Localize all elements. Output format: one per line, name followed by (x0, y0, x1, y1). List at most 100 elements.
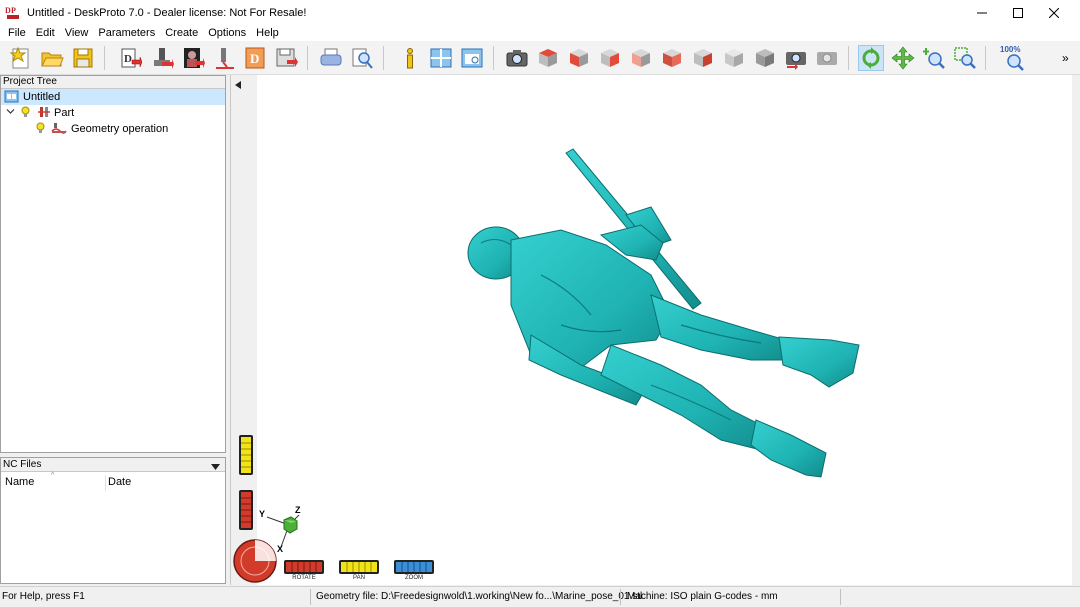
project-icon (4, 90, 20, 104)
cube-iso-icon (725, 49, 743, 67)
view-iso-button[interactable] (721, 45, 747, 71)
camera-gray-icon (817, 52, 837, 65)
save-nc-button[interactable] (273, 45, 299, 71)
image-portrait-icon (184, 48, 205, 68)
cube-gray-icon (756, 49, 774, 67)
operation-icon (51, 122, 67, 137)
print-button[interactable] (318, 45, 344, 71)
pan-arrows-icon (891, 46, 915, 70)
chevron-down-icon[interactable] (6, 107, 16, 119)
view-right-button[interactable] (597, 45, 623, 71)
toolbar-separator (383, 46, 384, 70)
menu-file[interactable]: File (3, 25, 31, 41)
layout-button[interactable] (428, 45, 454, 71)
part-icon (37, 105, 51, 122)
camera-restore-button[interactable] (783, 45, 809, 71)
column-header-name[interactable]: Name (5, 476, 34, 488)
status-machine: Machine: ISO plain G-codes - mm (627, 591, 778, 602)
toolbar-overflow-chevron[interactable]: » (1062, 51, 1069, 65)
lightbulb-icon[interactable] (21, 106, 31, 121)
cube-front-icon (570, 49, 588, 67)
menu-help[interactable]: Help (251, 25, 284, 41)
nc-files-title: NC Files (3, 459, 42, 470)
zoom-mode-button[interactable] (921, 45, 947, 71)
menu-parameters[interactable]: Parameters (93, 25, 160, 41)
part-figure-icon (154, 48, 174, 69)
bitmap-operation-button[interactable] (180, 45, 206, 71)
cutter-tool-icon (216, 48, 234, 69)
create-nc-button[interactable]: D (242, 45, 268, 71)
toolbar-separator (307, 46, 308, 70)
print-preview-button[interactable] (349, 45, 375, 71)
toolbar-separator (848, 46, 849, 70)
zoom-window-button[interactable] (952, 45, 978, 71)
screenshot-button[interactable] (504, 45, 530, 71)
main-toolbar: D D 100% » (0, 41, 1080, 75)
status-help-text: For Help, press F1 (2, 591, 85, 602)
view-iso2-button[interactable] (752, 45, 778, 71)
folder-open-icon (41, 52, 64, 67)
toolbar-separator (104, 46, 105, 70)
status-divider (840, 589, 841, 605)
window-view-icon (461, 48, 483, 68)
tree-item-project[interactable]: Untitled (1, 89, 225, 105)
open-project-button[interactable] (39, 45, 65, 71)
menu-create[interactable]: Create (160, 25, 203, 41)
view-window-button[interactable] (459, 45, 485, 71)
zoom-in-icon (923, 48, 945, 69)
window-title: Untitled - DeskProto 7.0 - Dealer licens… (27, 6, 307, 19)
info-button[interactable] (397, 45, 423, 71)
rotate-arrows-icon (862, 47, 880, 69)
menu-edit[interactable]: Edit (31, 25, 60, 41)
3d-viewport[interactable]: Y Z X ROTATE PAN ZOOM (230, 75, 1072, 585)
nc-files-header: NC Files (1, 458, 225, 472)
cube-right-icon (601, 49, 619, 67)
magnifier-page-icon (352, 48, 373, 69)
tree-item-part[interactable]: Part (1, 105, 74, 121)
menu-options[interactable]: Options (203, 25, 251, 41)
tree-item-operation[interactable]: Geometry operation (1, 121, 168, 137)
tree-label-project: Untitled (23, 91, 61, 103)
deskproto-window: D P Untitled - DeskProto 7.0 - Dealer li… (0, 0, 1080, 607)
svg-text:D: D (250, 51, 259, 66)
operation-parameters-button[interactable] (211, 45, 237, 71)
dropdown-arrow-icon[interactable] (211, 461, 220, 474)
deskproto-logo-icon[interactable]: D P (5, 5, 21, 21)
maximize-button[interactable] (1000, 0, 1036, 25)
save-project-button[interactable] (70, 45, 96, 71)
view-left-button[interactable] (659, 45, 685, 71)
zoom-level-label: 100% (1000, 45, 1021, 54)
save-disk-icon (73, 48, 93, 68)
minimize-icon (977, 12, 987, 13)
camera-disabled-button[interactable] (814, 45, 840, 71)
load-geometry-button[interactable]: D (117, 45, 143, 71)
column-divider[interactable] (105, 475, 106, 491)
view-top-button[interactable] (535, 45, 561, 71)
info-icon (407, 48, 413, 69)
zoom-fit-button[interactable]: 100% (998, 45, 1028, 71)
menu-view[interactable]: View (60, 25, 94, 41)
view-back-button[interactable] (628, 45, 654, 71)
part-parameters-button[interactable] (149, 45, 175, 71)
printer-icon (320, 48, 342, 66)
nc-program-icon: D (245, 47, 265, 69)
camera-arrow-icon (786, 52, 806, 70)
view-front-button[interactable] (566, 45, 592, 71)
pan-mode-button[interactable] (890, 45, 916, 71)
project-tree-header: Project Tree (1, 76, 225, 89)
cube-top-icon (539, 49, 557, 67)
svg-text:P: P (11, 6, 16, 15)
soldier-model[interactable] (231, 75, 1073, 585)
view-bottom-button[interactable] (690, 45, 716, 71)
menu-bar: File Edit View Parameters Create Options… (0, 25, 1080, 41)
minimize-button[interactable] (964, 0, 1000, 25)
lightbulb-icon[interactable] (36, 122, 46, 137)
load-part-icon: D (121, 48, 142, 68)
close-button[interactable] (1036, 0, 1072, 25)
sort-caret-icon: ^ (51, 472, 55, 479)
save-nc-icon (276, 48, 298, 67)
nc-files-columns: Name ^ Date (1, 472, 225, 491)
column-header-date[interactable]: Date (108, 476, 131, 488)
new-project-button[interactable] (8, 45, 34, 71)
rotate-mode-button[interactable] (858, 45, 884, 71)
